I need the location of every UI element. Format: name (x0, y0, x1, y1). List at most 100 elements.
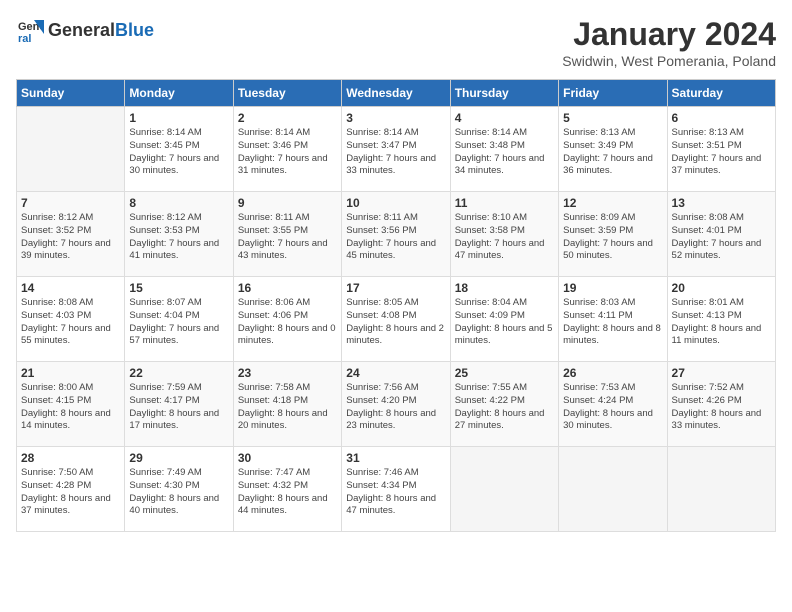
day-info: Sunrise: 8:05 AMSunset: 4:08 PMDaylight:… (346, 297, 445, 348)
day-number: 30 (238, 451, 337, 465)
week-row-2: 7 Sunrise: 8:12 AMSunset: 3:52 PMDaylight… (17, 192, 776, 277)
location-title: Swidwin, West Pomerania, Poland (562, 53, 776, 69)
calendar-cell (17, 107, 125, 192)
day-number: 26 (563, 366, 662, 380)
day-info: Sunrise: 8:14 AMSunset: 3:45 PMDaylight:… (129, 127, 228, 178)
day-info: Sunrise: 8:03 AMSunset: 4:11 PMDaylight:… (563, 297, 662, 348)
day-number: 31 (346, 451, 445, 465)
weekday-header-sunday: Sunday (17, 80, 125, 107)
calendar-cell: 3 Sunrise: 8:14 AMSunset: 3:47 PMDaylight… (342, 107, 450, 192)
day-info: Sunrise: 7:50 AMSunset: 4:28 PMDaylight:… (21, 467, 120, 518)
day-number: 22 (129, 366, 228, 380)
day-info: Sunrise: 7:52 AMSunset: 4:26 PMDaylight:… (672, 382, 771, 433)
header: Gene ral GeneralBlue January 2024 Swidwi… (16, 16, 776, 69)
calendar-cell: 21Sunrise: 8:00 AMSunset: 4:15 PMDayligh… (17, 362, 125, 447)
calendar-cell: 26 Sunrise: 7:53 AMSunset: 4:24 PMDayligh… (559, 362, 667, 447)
day-number: 3 (346, 111, 445, 125)
calendar-cell: 11Sunrise: 8:10 AMSunset: 3:58 PMDayligh… (450, 192, 558, 277)
day-info: Sunrise: 8:01 AMSunset: 4:13 PMDaylight:… (672, 297, 771, 348)
day-number: 29 (129, 451, 228, 465)
day-number: 9 (238, 196, 337, 210)
calendar-cell: 4 Sunrise: 8:14 AMSunset: 3:48 PMDaylight… (450, 107, 558, 192)
day-number: 5 (563, 111, 662, 125)
calendar-cell: 13 Sunrise: 8:08 AMSunset: 4:01 PMDayligh… (667, 192, 775, 277)
day-info: Sunrise: 8:12 AMSunset: 3:53 PMDaylight:… (129, 212, 228, 263)
day-number: 7 (21, 196, 120, 210)
logo-text-blue: Blue (115, 20, 154, 41)
day-number: 2 (238, 111, 337, 125)
calendar-cell: 12Sunrise: 8:09 AMSunset: 3:59 PMDayligh… (559, 192, 667, 277)
weekday-header-wednesday: Wednesday (342, 80, 450, 107)
day-info: Sunrise: 7:58 AMSunset: 4:18 PMDaylight:… (238, 382, 337, 433)
day-info: Sunrise: 8:00 AMSunset: 4:15 PMDaylight:… (21, 382, 120, 433)
calendar-cell: 28 Sunrise: 7:50 AMSunset: 4:28 PMDayligh… (17, 447, 125, 532)
day-info: Sunrise: 8:14 AMSunset: 3:48 PMDaylight:… (455, 127, 554, 178)
day-number: 4 (455, 111, 554, 125)
day-info: Sunrise: 8:06 AMSunset: 4:06 PMDaylight:… (238, 297, 337, 348)
day-number: 28 (21, 451, 120, 465)
calendar-cell: 2 Sunrise: 8:14 AMSunset: 3:46 PMDaylight… (233, 107, 341, 192)
day-info: Sunrise: 7:53 AMSunset: 4:24 PMDaylight:… (563, 382, 662, 433)
day-info: Sunrise: 8:14 AMSunset: 3:47 PMDaylight:… (346, 127, 445, 178)
weekday-header-friday: Friday (559, 80, 667, 107)
svg-text:ral: ral (18, 33, 31, 44)
calendar-cell: 10 Sunrise: 8:11 AMSunset: 3:56 PMDayligh… (342, 192, 450, 277)
calendar-cell: 25 Sunrise: 7:55 AMSunset: 4:22 PMDayligh… (450, 362, 558, 447)
weekday-header-tuesday: Tuesday (233, 80, 341, 107)
calendar-cell: 30 Sunrise: 7:47 AMSunset: 4:32 PMDayligh… (233, 447, 341, 532)
calendar-cell: 1Sunrise: 8:14 AMSunset: 3:45 PMDaylight… (125, 107, 233, 192)
day-info: Sunrise: 7:59 AMSunset: 4:17 PMDaylight:… (129, 382, 228, 433)
title-area: January 2024 Swidwin, West Pomerania, Po… (562, 16, 776, 69)
day-info: Sunrise: 8:11 AMSunset: 3:56 PMDaylight:… (346, 212, 445, 263)
day-info: Sunrise: 7:55 AMSunset: 4:22 PMDaylight:… (455, 382, 554, 433)
calendar-cell: 27Sunrise: 7:52 AMSunset: 4:26 PMDayligh… (667, 362, 775, 447)
day-number: 15 (129, 281, 228, 295)
day-info: Sunrise: 8:11 AMSunset: 3:55 PMDaylight:… (238, 212, 337, 263)
day-info: Sunrise: 8:12 AMSunset: 3:52 PMDaylight:… (21, 212, 120, 263)
calendar-cell (667, 447, 775, 532)
week-row-4: 21Sunrise: 8:00 AMSunset: 4:15 PMDayligh… (17, 362, 776, 447)
calendar-cell: 23 Sunrise: 7:58 AMSunset: 4:18 PMDayligh… (233, 362, 341, 447)
day-info: Sunrise: 8:13 AMSunset: 3:49 PMDaylight:… (563, 127, 662, 178)
day-number: 12 (563, 196, 662, 210)
day-number: 13 (672, 196, 771, 210)
calendar-cell: 15 Sunrise: 8:07 AMSunset: 4:04 PMDayligh… (125, 277, 233, 362)
calendar-cell: 24Sunrise: 7:56 AMSunset: 4:20 PMDayligh… (342, 362, 450, 447)
calendar-cell: 14Sunrise: 8:08 AMSunset: 4:03 PMDayligh… (17, 277, 125, 362)
week-row-5: 28 Sunrise: 7:50 AMSunset: 4:28 PMDayligh… (17, 447, 776, 532)
day-info: Sunrise: 8:08 AMSunset: 4:03 PMDaylight:… (21, 297, 120, 348)
logo: Gene ral GeneralBlue (16, 16, 154, 44)
day-number: 19 (563, 281, 662, 295)
day-number: 10 (346, 196, 445, 210)
day-number: 20 (672, 281, 771, 295)
calendar-cell: 6 Sunrise: 8:13 AMSunset: 3:51 PMDaylight… (667, 107, 775, 192)
day-info: Sunrise: 8:07 AMSunset: 4:04 PMDaylight:… (129, 297, 228, 348)
weekday-header-monday: Monday (125, 80, 233, 107)
day-info: Sunrise: 7:46 AMSunset: 4:34 PMDaylight:… (346, 467, 445, 518)
day-number: 16 (238, 281, 337, 295)
day-number: 8 (129, 196, 228, 210)
month-title: January 2024 (562, 16, 776, 53)
day-number: 25 (455, 366, 554, 380)
calendar-cell: 18Sunrise: 8:04 AMSunset: 4:09 PMDayligh… (450, 277, 558, 362)
calendar-cell: 7 Sunrise: 8:12 AMSunset: 3:52 PMDaylight… (17, 192, 125, 277)
calendar-cell (450, 447, 558, 532)
logo-text-general: General (48, 20, 115, 41)
weekday-header-row: SundayMondayTuesdayWednesdayThursdayFrid… (17, 80, 776, 107)
day-info: Sunrise: 8:13 AMSunset: 3:51 PMDaylight:… (672, 127, 771, 178)
week-row-3: 14Sunrise: 8:08 AMSunset: 4:03 PMDayligh… (17, 277, 776, 362)
calendar-cell: 16 Sunrise: 8:06 AMSunset: 4:06 PMDayligh… (233, 277, 341, 362)
day-number: 6 (672, 111, 771, 125)
day-number: 23 (238, 366, 337, 380)
week-row-1: 1Sunrise: 8:14 AMSunset: 3:45 PMDaylight… (17, 107, 776, 192)
day-info: Sunrise: 8:08 AMSunset: 4:01 PMDaylight:… (672, 212, 771, 263)
day-info: Sunrise: 7:56 AMSunset: 4:20 PMDaylight:… (346, 382, 445, 433)
day-info: Sunrise: 8:14 AMSunset: 3:46 PMDaylight:… (238, 127, 337, 178)
calendar-cell: 29Sunrise: 7:49 AMSunset: 4:30 PMDayligh… (125, 447, 233, 532)
calendar-cell: 20 Sunrise: 8:01 AMSunset: 4:13 PMDayligh… (667, 277, 775, 362)
day-number: 18 (455, 281, 554, 295)
calendar-cell: 9 Sunrise: 8:11 AMSunset: 3:55 PMDaylight… (233, 192, 341, 277)
day-info: Sunrise: 8:10 AMSunset: 3:58 PMDaylight:… (455, 212, 554, 263)
day-number: 17 (346, 281, 445, 295)
day-info: Sunrise: 7:47 AMSunset: 4:32 PMDaylight:… (238, 467, 337, 518)
